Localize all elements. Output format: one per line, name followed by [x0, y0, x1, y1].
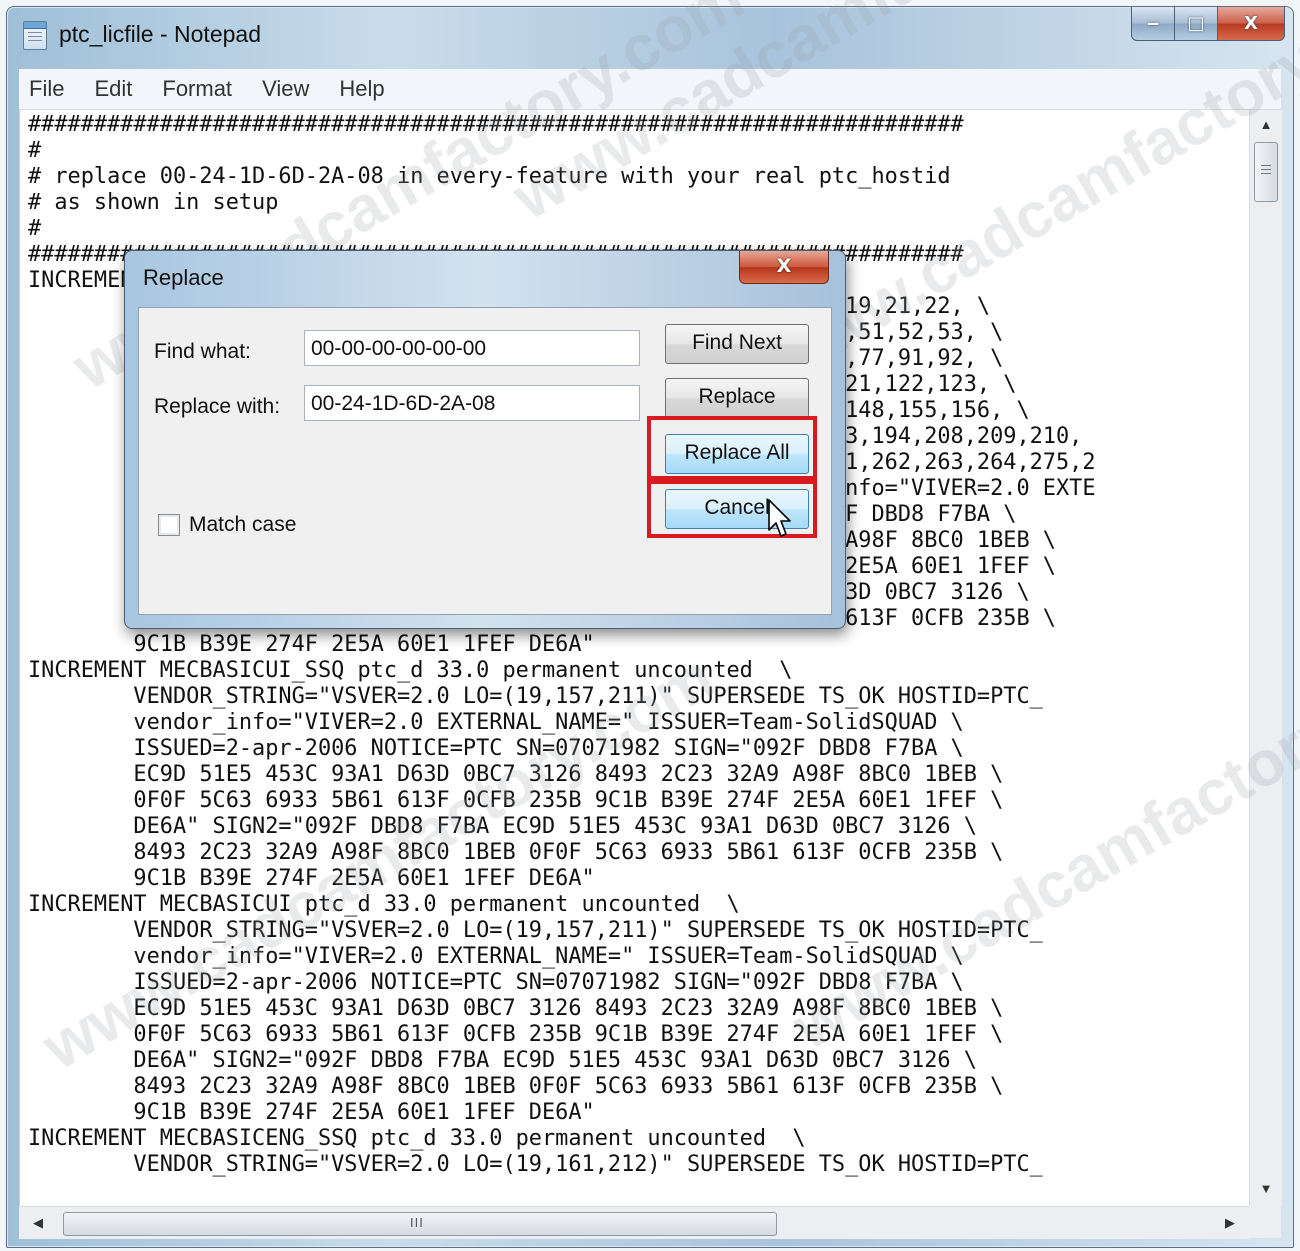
- caption-buttons: ‒ □ X: [1131, 7, 1285, 41]
- match-case-checkbox[interactable]: [158, 514, 180, 536]
- mouse-pointer-icon: [768, 499, 791, 537]
- horizontal-scroll-thumb[interactable]: III: [63, 1212, 777, 1236]
- close-icon: X: [1244, 13, 1258, 34]
- find-what-label: Find what:: [154, 340, 251, 363]
- maximize-button[interactable]: □: [1175, 7, 1218, 41]
- menu-edit[interactable]: Edit: [94, 76, 132, 102]
- notepad-icon: [23, 21, 47, 50]
- size-grip[interactable]: [1249, 1206, 1281, 1238]
- match-case-label: Match case: [189, 513, 297, 536]
- dialog-title: Replace: [143, 265, 224, 290]
- dialog-body: Find what: 00-00-00-00-00-00 Replace wit…: [138, 307, 832, 615]
- minimize-button[interactable]: ‒: [1131, 7, 1175, 41]
- window-title: ptc_licfile - Notepad: [59, 21, 261, 47]
- scroll-right-icon[interactable]: ▶: [1215, 1207, 1245, 1239]
- dialog-close-button[interactable]: X: [739, 251, 829, 284]
- menu-bar: File Edit Format View Help: [19, 69, 1281, 110]
- horizontal-scrollbar[interactable]: ◀ III ▶: [19, 1206, 1249, 1239]
- highlight-box-replace-all: [647, 416, 817, 480]
- find-next-button[interactable]: Find Next: [665, 324, 809, 364]
- maximize-icon: □: [1187, 13, 1205, 34]
- menu-format[interactable]: Format: [162, 76, 232, 102]
- scroll-left-icon[interactable]: ◀: [23, 1207, 53, 1239]
- vertical-scrollbar[interactable]: ▲ ▼: [1249, 110, 1282, 1206]
- replace-button[interactable]: Replace: [665, 378, 809, 418]
- menu-help[interactable]: Help: [339, 76, 384, 102]
- close-button[interactable]: X: [1218, 7, 1285, 41]
- minimize-icon: ‒: [1146, 13, 1160, 34]
- replace-with-input[interactable]: 00-24-1D-6D-2A-08: [304, 385, 640, 421]
- replace-dialog: Replace X Find what: 00-00-00-00-00-00 R…: [124, 250, 846, 629]
- find-what-input[interactable]: 00-00-00-00-00-00: [304, 330, 640, 366]
- title-bar[interactable]: ptc_licfile - Notepad ‒ □ X: [7, 7, 1293, 63]
- replace-with-label: Replace with:: [154, 395, 281, 418]
- grip-icon: [1261, 165, 1271, 177]
- menu-view[interactable]: View: [262, 76, 309, 102]
- vertical-scroll-thumb[interactable]: [1254, 142, 1278, 202]
- scroll-down-icon[interactable]: ▼: [1250, 1174, 1282, 1204]
- close-icon: X: [776, 255, 792, 277]
- scroll-up-icon[interactable]: ▲: [1250, 110, 1282, 140]
- grip-icon: III: [410, 1215, 424, 1230]
- menu-file[interactable]: File: [29, 76, 64, 102]
